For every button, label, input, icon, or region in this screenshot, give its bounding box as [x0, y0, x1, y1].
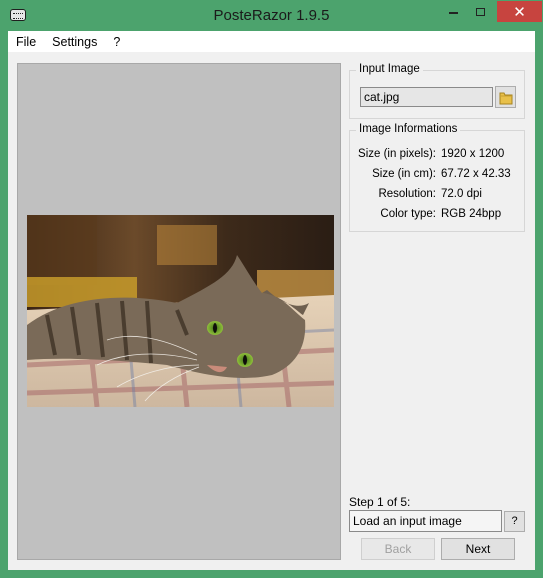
step-description: Load an input image — [349, 510, 502, 532]
minimize-icon — [449, 11, 458, 14]
menu-file[interactable]: File — [8, 35, 44, 49]
image-preview-panel[interactable] — [17, 63, 341, 560]
browse-button[interactable] — [495, 86, 516, 108]
image-info-group-title: Image Informations — [356, 123, 461, 135]
image-informations-group: Image Informations Size (in pixels): 192… — [349, 123, 526, 232]
info-label: Resolution: — [378, 188, 436, 200]
info-row-pixels: Size (in pixels): 1920 x 1200 — [350, 148, 526, 164]
title-bar[interactable]: PosteRazor 1.9.5 ✕ — [0, 0, 543, 31]
folder-icon — [499, 92, 513, 105]
info-value: 67.72 x 42.33 — [441, 168, 511, 180]
info-label: Size (in pixels): — [358, 148, 436, 160]
main-content: File Settings ? Input Image cat.jpg Imag… — [8, 31, 535, 570]
info-row-color-type: Color type: RGB 24bpp — [350, 208, 526, 224]
app-window: PosteRazor 1.9.5 ✕ File Settings ? Input… — [0, 0, 543, 578]
back-button[interactable]: Back — [361, 538, 435, 560]
info-value: 1920 x 1200 — [441, 148, 505, 160]
input-filename-field[interactable]: cat.jpg — [360, 87, 493, 107]
minimize-button[interactable] — [440, 1, 467, 22]
input-image-group-title: Input Image — [356, 63, 423, 75]
close-button[interactable]: ✕ — [497, 1, 542, 22]
maximize-icon — [476, 7, 485, 16]
info-row-resolution: Resolution: 72.0 dpi — [350, 188, 526, 204]
next-button[interactable]: Next — [441, 538, 515, 560]
info-label: Size (in cm): — [372, 168, 436, 180]
maximize-button[interactable] — [467, 1, 494, 22]
info-row-cm: Size (in cm): 67.72 x 42.33 — [350, 168, 526, 184]
step-label: Step 1 of 5: — [349, 495, 411, 509]
menu-settings[interactable]: Settings — [44, 35, 105, 49]
close-icon: ✕ — [513, 3, 526, 21]
step-help-button[interactable]: ? — [504, 511, 525, 532]
input-image-group: Input Image cat.jpg — [349, 63, 525, 119]
menu-bar: File Settings ? — [8, 31, 535, 52]
menu-help[interactable]: ? — [105, 35, 128, 49]
info-label: Color type: — [380, 208, 436, 220]
info-value: 72.0 dpi — [441, 188, 482, 200]
cat-photo — [27, 215, 334, 407]
info-value: RGB 24bpp — [441, 208, 502, 220]
